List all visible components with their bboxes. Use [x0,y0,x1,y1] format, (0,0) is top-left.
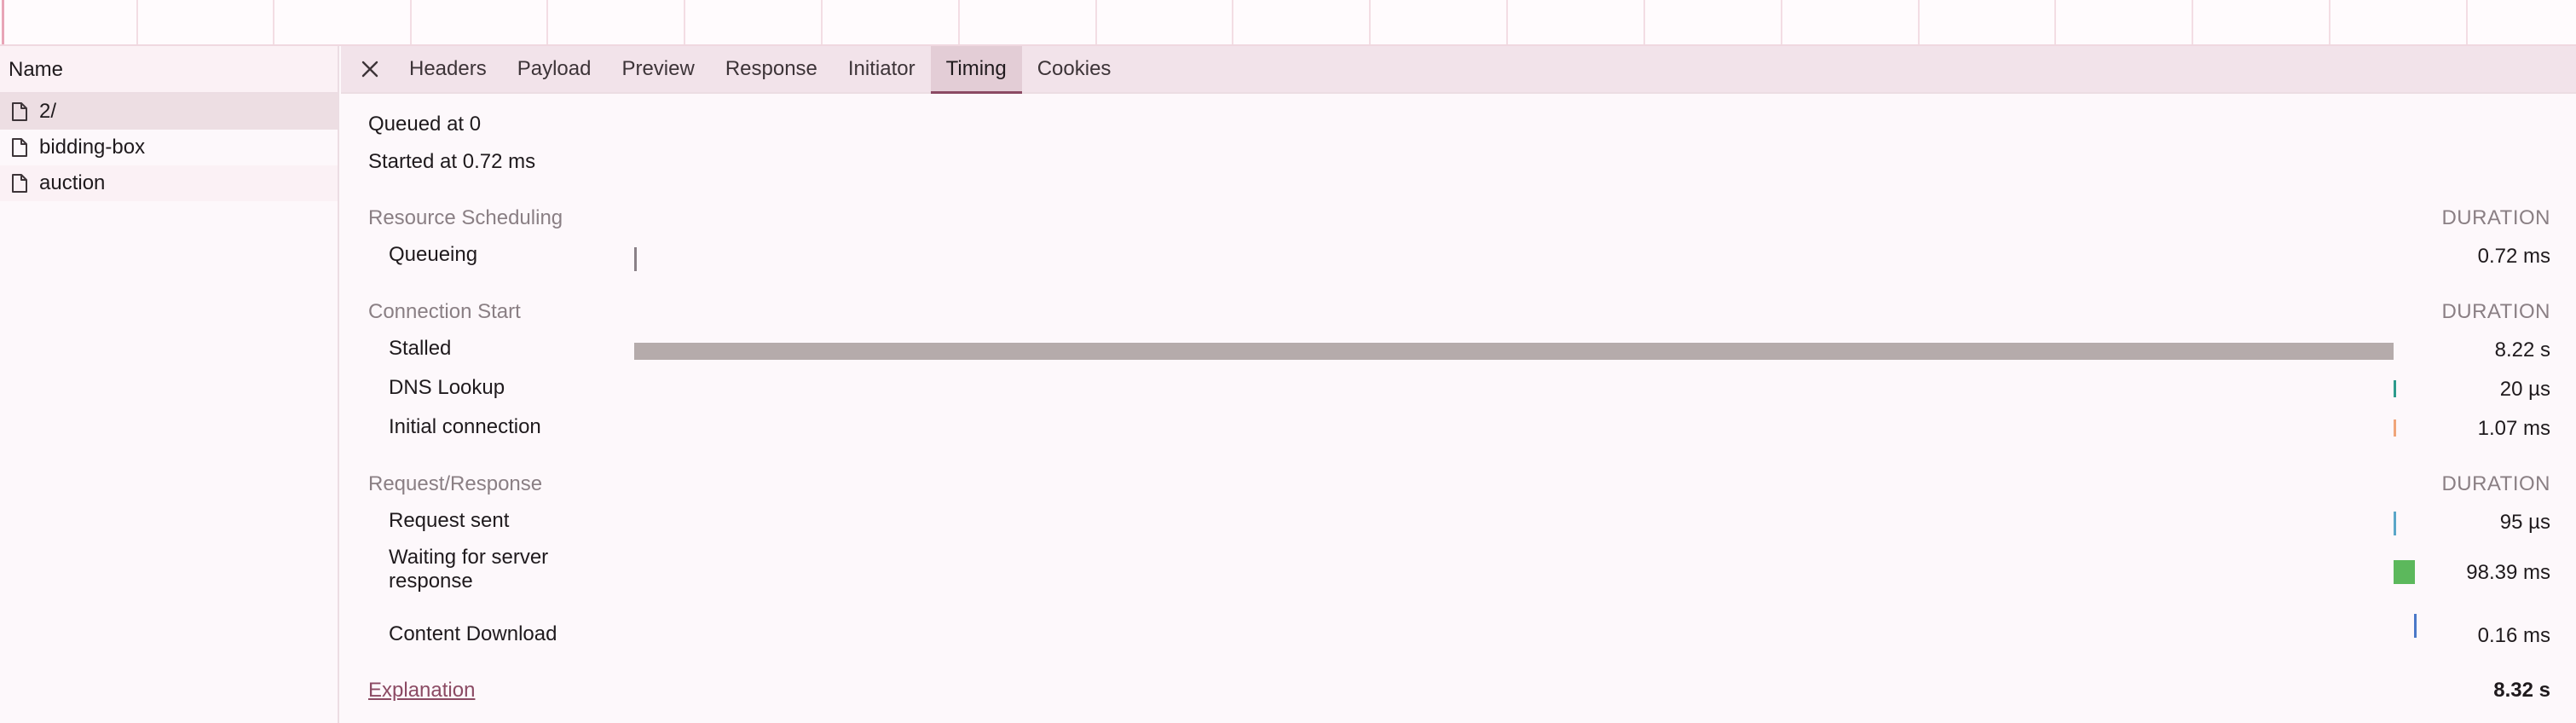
overview-grid-line [136,0,138,44]
request-list: Name 2/ bidding-box auction [0,46,339,723]
tab-initiator[interactable]: Initiator [833,46,931,92]
overview-grid-line [684,0,685,44]
duration-header: DURATION [2441,472,2550,495]
overview-grid-line [2466,0,2468,44]
timing-label-waiting-for-server-response: Waiting for server response [389,546,549,593]
timing-label-queueing: Queueing [389,243,478,266]
request-name: auction [39,171,106,194]
timing-value-initial-connection: 1.07 ms [2477,417,2550,440]
overview-grid-line [546,0,548,44]
timing-value-queueing: 0.72 ms [2477,245,2550,268]
request-row[interactable]: bidding-box [0,130,338,165]
network-overview[interactable] [0,0,2576,46]
request-details-panel: Headers Payload Preview Response Initiat… [341,46,2576,723]
overview-grid-line [1232,0,1233,44]
duration-header: DURATION [2441,206,2550,229]
overview-marker [2,0,4,44]
timing-bar-dns-lookup [2394,380,2396,397]
overview-grid-line [2329,0,2331,44]
section-title-connection-start: Connection Start [368,300,521,323]
timing-value-request-sent: 95 µs [2499,511,2550,534]
timing-label-request-sent: Request sent [389,509,510,532]
tab-timing[interactable]: Timing [930,46,1022,94]
overview-grid-line [958,0,960,44]
request-name: bidding-box [39,136,146,159]
explanation-link[interactable]: Explanation [368,679,475,703]
overview-grid-line [273,0,274,44]
section-title-resource-scheduling: Resource Scheduling [368,206,563,229]
overview-grid-line [1781,0,1782,44]
tab-cookies[interactable]: Cookies [1022,46,1127,92]
tab-headers[interactable]: Headers [394,46,502,92]
close-details-button[interactable] [346,46,394,92]
timing-label-initial-connection: Initial connection [389,415,541,438]
duration-header: DURATION [2441,300,2550,323]
timing-bar-initial-connection [2394,419,2396,437]
details-tabbar: Headers Payload Preview Response Initiat… [341,46,2576,94]
overview-grid-line [1095,0,1097,44]
overview-grid-line [2192,0,2193,44]
total-duration: 8.32 s [2493,679,2550,702]
overview-grid-line [821,0,823,44]
name-column-header[interactable]: Name [0,46,338,94]
timing-label-content-download: Content Download [389,622,557,645]
overview-grid-line [1506,0,1508,44]
tab-preview[interactable]: Preview [606,46,709,92]
overview-grid-line [1369,0,1371,44]
file-icon [12,138,27,157]
file-icon [12,102,27,121]
request-row[interactable]: auction [0,165,338,201]
overview-grid-line [2054,0,2056,44]
timing-bar-queueing [634,247,637,271]
timing-bar-stalled [634,343,2394,360]
timing-bar-request-sent [2394,512,2396,535]
tab-response[interactable]: Response [710,46,833,92]
overview-grid-line [1643,0,1645,44]
timing-label-stalled: Stalled [389,337,452,360]
started-at-text: Started at 0.72 ms [368,150,536,173]
timing-value-stalled: 8.22 s [2494,338,2550,362]
request-name: 2/ [39,100,57,123]
request-row[interactable]: 2/ [0,94,338,130]
file-icon [12,174,27,193]
timing-bar-content-download [2414,614,2417,638]
tab-payload[interactable]: Payload [502,46,607,92]
timing-value-content-download: 0.16 ms [2477,624,2550,647]
timing-label-dns-lookup: DNS Lookup [389,376,505,399]
timing-value-waiting-for-server-response: 98.39 ms [2466,561,2550,584]
section-title-request-response: Request/Response [368,472,543,495]
overview-grid-line [1918,0,1920,44]
timing-value-dns-lookup: 20 µs [2499,378,2550,401]
close-icon [361,61,378,78]
queued-at-text: Queued at 0 [368,113,482,136]
overview-grid-line [410,0,412,44]
timing-bar-waiting-for-server-response [2394,560,2415,584]
